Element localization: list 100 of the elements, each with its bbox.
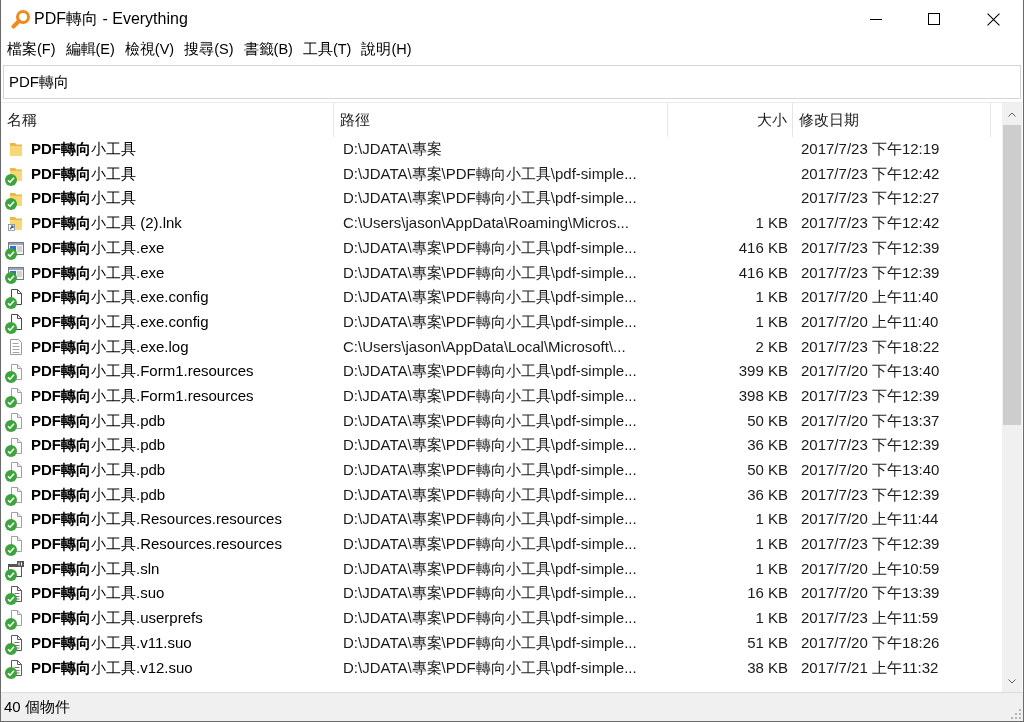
chevron-up-icon [1008, 111, 1016, 117]
file-size: 50 KB [747, 410, 788, 431]
search-field[interactable]: PDF轉向 [3, 65, 1021, 99]
file-path: D:\JDATA\專案\PDF轉向小工具\pdf-simple... [343, 385, 637, 406]
file-size: 1 KB [755, 213, 788, 234]
file-name: PDF轉向小工具.exe.config [31, 287, 209, 308]
file-path: C:\Users\jason\AppData\Roaming\Micros... [343, 213, 629, 234]
text-file-icon [7, 338, 24, 355]
file-size: 1 KB [755, 608, 788, 629]
column-header[interactable]: 修改日期 [793, 103, 991, 137]
scrollbar-track[interactable] [1002, 103, 1022, 692]
file-path: D:\JDATA\專案\PDF轉向小工具\pdf-simple... [343, 188, 637, 209]
modified-date: 2017/7/21 上午11:32 [801, 657, 939, 678]
file-path: D:\JDATA\專案\PDF轉向小工具\pdf-simple... [343, 583, 637, 604]
file-size: 16 KB [747, 583, 788, 604]
menu-item[interactable]: 搜尋(S) [184, 39, 234, 61]
modified-date: 2017/7/20 下午13:37 [801, 410, 940, 431]
modified-date: 2017/7/23 下午12:42 [801, 163, 940, 184]
file-path: D:\JDATA\專案\PDF轉向小工具\pdf-simple... [343, 534, 637, 555]
modified-date: 2017/7/23 下午12:39 [801, 237, 940, 258]
file-size: 1 KB [755, 534, 788, 555]
modified-date: 2017/7/20 下午18:26 [801, 632, 940, 653]
file-path: D:\JDATA\專案\PDF轉向小工具\pdf-simple... [343, 163, 637, 184]
file-path: D:\JDATA\專案\PDF轉向小工具\pdf-simple... [343, 287, 637, 308]
modified-date: 2017/7/23 下午18:22 [801, 336, 940, 357]
column-header[interactable]: 路徑 [334, 103, 668, 137]
file-name: PDF轉向小工具.exe.log [31, 336, 189, 357]
column-header[interactable]: 名稱 [1, 103, 334, 137]
file-size: 1 KB [755, 311, 788, 332]
file-name: PDF轉向小工具.Form1.resources [31, 385, 254, 406]
file-name: PDF轉向小工具.exe [31, 237, 165, 258]
menu-item[interactable]: 檢視(V) [124, 39, 175, 61]
file-path: D:\JDATA\專案\PDF轉向小工具\pdf-simple... [343, 410, 637, 431]
file-name: PDF轉向小工具.pdb [31, 460, 166, 481]
file-path: D:\JDATA\專案\PDF轉向小工具\pdf-simple... [343, 262, 637, 283]
file-size: 1 KB [755, 509, 788, 530]
modified-date: 2017/7/20 上午11:44 [801, 509, 939, 530]
file-name: PDF轉向小工具 [31, 139, 136, 160]
chevron-down-icon [1008, 678, 1016, 684]
file-size: 36 KB [747, 484, 788, 505]
file-path: D:\JDATA\專案\PDF轉向小工具\pdf-simple... [343, 558, 637, 579]
close-icon [986, 12, 1000, 26]
modified-date: 2017/7/20 下午13:39 [801, 583, 940, 604]
modified-date: 2017/7/23 上午11:59 [801, 608, 939, 629]
menu-item[interactable]: 檔案(F) [7, 39, 56, 61]
file-size: 2 KB [755, 336, 788, 357]
file-name: PDF轉向小工具.pdb [31, 410, 166, 431]
modified-date: 2017/7/23 下午12:39 [801, 534, 940, 555]
file-name: PDF轉向小工具.v12.suo [31, 657, 193, 678]
modified-date: 2017/7/20 上午10:59 [801, 558, 940, 579]
file-path: D:\JDATA\專案\PDF轉向小工具\pdf-simple... [343, 237, 637, 258]
file-name: PDF轉向小工具.pdb [31, 435, 166, 456]
file-path: D:\JDATA\專案\PDF轉向小工具\pdf-simple... [343, 460, 637, 481]
file-path: D:\JDATA\專案\PDF轉向小工具\pdf-simple... [343, 608, 637, 629]
file-path: D:\JDATA\專案\PDF轉向小工具\pdf-simple... [343, 484, 637, 505]
menu-item[interactable]: 編輯(E) [65, 39, 115, 61]
modified-date: 2017/7/20 上午11:40 [801, 311, 939, 332]
resize-grip-icon[interactable] [1011, 709, 1021, 719]
minimize-icon [870, 18, 882, 20]
magnifier-icon [11, 9, 31, 29]
modified-date: 2017/7/23 下午12:39 [801, 435, 940, 456]
file-name: PDF轉向小工具.suo [31, 583, 165, 604]
file-path: D:\JDATA\專案\PDF轉向小工具\pdf-simple... [343, 657, 637, 678]
file-size: 50 KB [747, 460, 788, 481]
modified-date: 2017/7/23 下午12:39 [801, 262, 940, 283]
modified-date: 2017/7/20 下午13:40 [801, 460, 940, 481]
file-name: PDF轉向小工具.sln [31, 558, 160, 579]
file-name: PDF轉向小工具.Resources.resources [31, 534, 282, 555]
maximize-icon [928, 13, 940, 25]
modified-date: 2017/7/23 下午12:39 [801, 484, 940, 505]
scrollbar-thumb[interactable] [1003, 125, 1021, 425]
file-name: PDF轉向小工具.Resources.resources [31, 509, 282, 530]
item-count: 40 個物件 [4, 696, 70, 717]
file-name: PDF轉向小工具 [31, 163, 136, 184]
file-name: PDF轉向小工具 [31, 188, 136, 209]
folder-icon [7, 141, 24, 158]
menu-item[interactable]: 說明(H) [361, 39, 412, 61]
file-size: 416 KB [738, 262, 788, 283]
modified-date: 2017/7/20 下午13:40 [801, 361, 940, 382]
modified-date: 2017/7/20 上午11:40 [801, 287, 939, 308]
file-path: D:\JDATA\專案\PDF轉向小工具\pdf-simple... [343, 509, 637, 530]
file-name: PDF轉向小工具.pdb [31, 484, 166, 505]
menu-item[interactable]: 書籤(B) [243, 39, 293, 61]
column-header[interactable]: 大小 [668, 103, 793, 137]
window-title: PDF轉向 - Everything [34, 9, 188, 29]
menu-item[interactable]: 工具(T) [302, 39, 352, 61]
modified-date: 2017/7/23 下午12:19 [801, 139, 940, 160]
file-path: D:\JDATA\專案\PDF轉向小工具\pdf-simple... [343, 361, 637, 382]
file-size: 399 KB [738, 361, 788, 382]
file-size: 1 KB [755, 287, 788, 308]
file-path: D:\JDATA\專案 [343, 139, 442, 160]
file-path: C:\Users\jason\AppData\Local\Microsoft\... [343, 336, 626, 357]
file-name: PDF轉向小工具 (2).lnk [31, 213, 182, 234]
file-name: PDF轉向小工具.v11.suo [31, 632, 192, 653]
file-size: 38 KB [747, 657, 788, 678]
file-name: PDF轉向小工具.userprefs [31, 608, 203, 629]
modified-date: 2017/7/23 下午12:27 [801, 188, 940, 209]
shortcut-icon [7, 215, 24, 232]
file-name: PDF轉向小工具.exe [31, 262, 165, 283]
file-size: 1 KB [755, 558, 788, 579]
